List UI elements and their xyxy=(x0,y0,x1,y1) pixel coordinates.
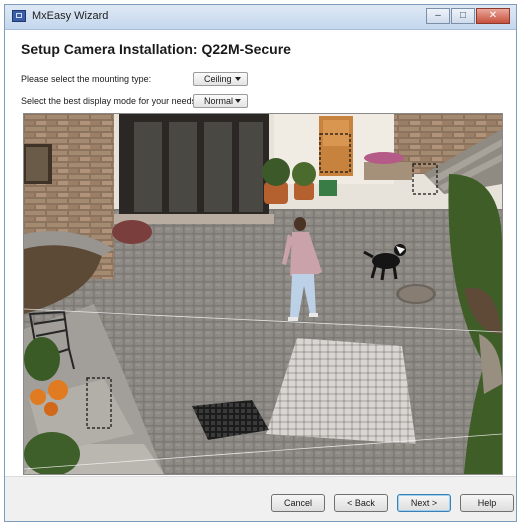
page-title: Setup Camera Installation: Q22M-Secure xyxy=(21,41,291,57)
minimize-button[interactable]: – xyxy=(426,8,450,24)
chevron-down-icon xyxy=(235,99,241,103)
wizard-window: MxEasy Wizard – □ ✕ Setup Camera Install… xyxy=(4,4,517,522)
next-button[interactable]: Next > xyxy=(397,494,451,512)
maximize-button[interactable]: □ xyxy=(451,8,475,24)
mounting-type-value: Ceiling xyxy=(204,74,232,84)
display-mode-select[interactable]: Normal xyxy=(193,94,248,108)
wizard-content: Setup Camera Installation: Q22M-Secure P… xyxy=(5,30,516,476)
camera-app-icon xyxy=(12,10,26,22)
help-button[interactable]: Help xyxy=(460,494,514,512)
display-mode-value: Normal xyxy=(204,96,234,106)
title-bar: MxEasy Wizard – □ ✕ xyxy=(5,5,516,30)
wizard-footer: Cancel < Back Next > Help xyxy=(5,476,516,521)
window-controls: – □ ✕ xyxy=(426,8,510,24)
window-title: MxEasy Wizard xyxy=(32,10,109,22)
camera-live-image xyxy=(24,114,502,474)
chevron-down-icon xyxy=(235,77,241,81)
cancel-button[interactable]: Cancel xyxy=(271,494,325,512)
display-mode-label: Select the best display mode for your ne… xyxy=(21,96,199,106)
camera-preview xyxy=(23,113,503,475)
mounting-type-label: Please select the mounting type: xyxy=(21,74,152,84)
back-button[interactable]: < Back xyxy=(334,494,388,512)
close-button[interactable]: ✕ xyxy=(476,8,510,24)
mounting-type-select[interactable]: Ceiling xyxy=(193,72,248,86)
